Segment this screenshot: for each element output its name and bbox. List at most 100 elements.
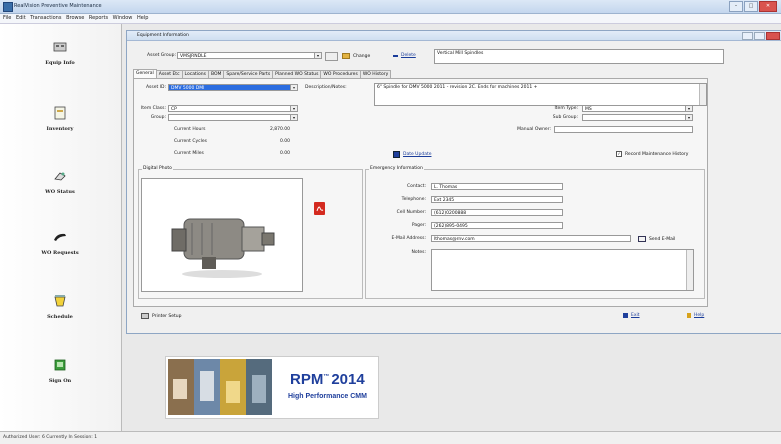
description-label: Description/Notes: [305, 85, 347, 90]
nav-equip-info[interactable]: Equip Info [10, 40, 110, 66]
exit-button[interactable]: Exit [623, 313, 640, 318]
item-type-select[interactable]: MS ▾ [582, 105, 693, 112]
minimize-button[interactable]: – [729, 1, 743, 12]
nav-wo-requests[interactable]: WO Requests [10, 230, 110, 256]
sign-on-icon [53, 358, 67, 372]
nav-schedule[interactable]: Schedule [10, 294, 110, 320]
send-email-button[interactable]: Send E-Mail [638, 236, 675, 242]
email-label: E-Mail Address: [391, 236, 426, 241]
equipment-photo[interactable] [141, 178, 303, 292]
chevron-down-icon: ▾ [314, 53, 321, 58]
item-class-label: Item Class: [140, 106, 166, 111]
browse-button[interactable] [325, 52, 338, 61]
emergency-info-group: Emergency Information Contact: L. Thomas… [365, 166, 705, 299]
asset-group-label: Asset Group: [147, 53, 176, 58]
status-bar: Authorized User: 6 Currently In Session:… [0, 431, 781, 444]
general-tab-panel: Asset ID: DMV 5000 DMI ▾ Description/Note… [133, 78, 708, 307]
tab-spare-parts[interactable]: Spare/Service Parts [223, 70, 274, 78]
group-select[interactable]: ▾ [168, 114, 298, 121]
tab-bom[interactable]: BOM [207, 70, 225, 78]
app-titlebar: RealVision Preventive Maintenance – □ ✕ [0, 0, 781, 14]
nav-inventory[interactable]: Inventory [10, 106, 110, 132]
tab-locations[interactable]: Locations [181, 70, 209, 78]
telephone-field[interactable]: Ext 2345 [431, 196, 563, 203]
date-update-button[interactable]: Date Update [393, 151, 431, 158]
chevron-down-icon: ▾ [685, 115, 692, 120]
record-history-checkbox[interactable]: ✓ Record Maintenance History [616, 151, 688, 157]
notes-label: Notes: [411, 250, 426, 255]
description-field[interactable]: 6" Spindle for DMV 5000 2011 - revision … [374, 83, 707, 106]
notes-field[interactable] [431, 249, 694, 291]
pdf-icon[interactable] [314, 202, 325, 215]
wo-status-icon [53, 169, 67, 183]
tab-general[interactable]: General [133, 69, 157, 78]
wo-requests-icon [53, 230, 67, 244]
chevron-down-icon: ▾ [290, 85, 297, 90]
app-title: RealVision Preventive Maintenance [14, 3, 102, 9]
child-close-button[interactable] [766, 32, 780, 40]
sub-group-label: Sub Group: [552, 115, 578, 120]
tab-planned-wo-status[interactable]: Planned WO Status [272, 70, 322, 78]
tab-wo-history[interactable]: WO History [359, 70, 392, 78]
description-scrollbar[interactable] [699, 84, 706, 105]
menu-bar: File Edit Transactions Browse Reports Wi… [0, 14, 781, 24]
spindle-image [171, 218, 275, 278]
child-maximize-button[interactable] [754, 32, 765, 40]
inventory-icon [53, 106, 67, 120]
maximize-button[interactable]: □ [744, 1, 758, 12]
contact-field[interactable]: L. Thomas [431, 183, 563, 190]
printer-icon [141, 313, 149, 319]
item-type-label: Item Type: [554, 106, 578, 111]
current-miles-label: Current Miles [174, 151, 204, 156]
emergency-info-label: Emergency Information [369, 166, 424, 171]
child-title: Equipment Information [137, 32, 189, 38]
child-titlebar: Equipment Information [127, 31, 781, 41]
header-note-field[interactable]: Vertical Mill Spindles [434, 49, 724, 64]
menu-reports[interactable]: Reports [89, 15, 108, 21]
printer-setup-button[interactable]: Printer Setup [141, 313, 182, 319]
group-label: Group: [150, 115, 166, 120]
item-class-select[interactable]: CP ▾ [168, 105, 298, 112]
current-cycles-value: 0.00 [279, 139, 290, 144]
change-button[interactable]: Change [342, 53, 370, 59]
asset-id-select[interactable]: DMV 5000 DMI ▾ [168, 84, 298, 91]
nav-wo-status[interactable]: WO Status [10, 169, 110, 195]
help-icon [687, 313, 691, 318]
banner-subtitle: High Performance CMM [288, 393, 367, 400]
delete-button[interactable]: Delete [393, 53, 416, 58]
checkbox-icon: ✓ [616, 151, 622, 157]
tab-wo-procedures[interactable]: WO Procedures [320, 70, 361, 78]
app-icon [3, 2, 13, 12]
asset-group-select[interactable]: VMSJRNDLE ▾ [177, 52, 322, 59]
close-button[interactable]: ✕ [759, 1, 777, 12]
nav-sign-on[interactable]: Sign On [10, 358, 110, 384]
current-hours-value: 2,870.00 [269, 127, 290, 132]
manual-owner-field[interactable] [554, 126, 693, 133]
asset-id-label: Asset ID: [145, 85, 166, 90]
child-minimize-button[interactable] [742, 32, 753, 40]
equipment-info-window: Equipment Information Asset Group: VMSJR… [126, 30, 781, 334]
sub-group-select[interactable]: ▾ [582, 114, 693, 121]
menu-window[interactable]: Window [113, 15, 133, 21]
cell-number-label: Cell Number: [396, 210, 426, 215]
menu-edit[interactable]: Edit [16, 15, 26, 21]
banner-photo-collage [168, 359, 272, 415]
current-cycles-label: Current Cycles [174, 139, 207, 144]
tab-asset-etc[interactable]: Asset Etc [155, 70, 183, 78]
equipment-icon [53, 40, 67, 54]
left-nav: Equip Info Inventory WO Status WO Reques… [0, 24, 122, 431]
cell-number-field[interactable]: (612)0200888 [431, 209, 563, 216]
telephone-label: Telephone: [401, 197, 426, 202]
pager-field[interactable]: (262)895-0495 [431, 222, 563, 229]
email-field[interactable]: lthomas@rnv.com [431, 235, 631, 242]
rpm-banner: RPM™ 2014 High Performance CMM [165, 356, 379, 419]
menu-transactions[interactable]: Transactions [30, 15, 61, 21]
current-miles-value: 0.00 [279, 151, 290, 156]
help-button[interactable]: Help [687, 313, 704, 318]
menu-browse[interactable]: Browse [66, 15, 84, 21]
contact-label: Contact: [406, 184, 426, 189]
exit-icon [623, 313, 628, 318]
menu-file[interactable]: File [3, 15, 11, 21]
notes-scrollbar[interactable] [686, 250, 693, 290]
menu-help[interactable]: Help [137, 15, 148, 21]
